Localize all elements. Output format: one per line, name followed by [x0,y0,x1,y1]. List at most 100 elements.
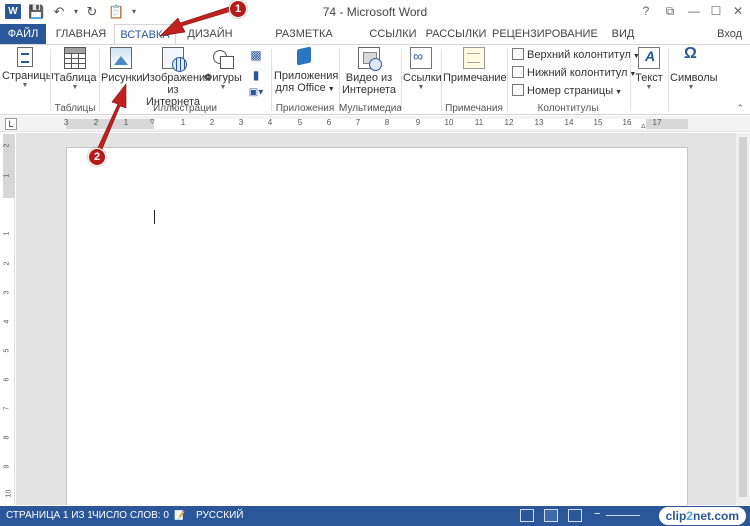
zoom-slider[interactable] [606,515,640,516]
pictures-button[interactable]: Рисунки [101,47,143,84]
text-button[interactable]: Текст ▼ [632,47,666,92]
tab-home[interactable]: ГЛАВНАЯ [52,24,110,44]
close-icon[interactable]: ✕ [728,3,748,20]
page-count[interactable]: СТРАНИЦА 1 ИЗ 1 [6,510,93,521]
ruler-tick: 1 [3,173,11,178]
group-label-comments: Примечания [445,103,503,114]
ruler-tick: 5 [3,348,11,353]
online-video-button[interactable]: Видео из Интернета [341,47,397,96]
text-box-icon [638,47,660,69]
tab-file[interactable]: ФАЙЛ [0,24,46,44]
word-count[interactable]: ЧИСЛО СЛОВ: 0 [92,510,169,521]
chart-icon[interactable]: ▮ [244,69,268,81]
page-number-button[interactable]: Номер страницы ▼ [512,83,622,100]
header-button[interactable]: Верхний колонтитул ▼ [512,47,640,64]
watermark-text-a: clip [665,509,687,523]
table-button[interactable]: Таблица ▼ [52,47,98,92]
vertical-scrollbar[interactable] [736,133,750,505]
ruler-tick: 6 [326,118,332,127]
tab-selector[interactable]: L [5,118,17,130]
ruler-tick: 6 [3,377,11,382]
ruler-tick: 1 [3,231,11,236]
ribbon-tabs: ФАЙЛ ГЛАВНАЯ ВСТАВКА ДИЗАЙН РАЗМЕТКА СТР… [0,24,750,60]
tab-references[interactable]: ССЫЛКИ [368,24,418,44]
tab-view[interactable]: ВИД [606,24,640,44]
chevron-down-icon: ▼ [417,84,425,91]
ruler-tick: 4 [3,319,11,324]
group-label-media: Мультимедиа [339,103,402,114]
group-label-header-footer: Колонтитулы [537,103,599,114]
chevron-down-icon: ▼ [71,84,79,91]
read-mode-icon[interactable] [520,509,534,522]
tab-design[interactable]: ДИЗАЙН [180,24,240,44]
picture-icon [110,47,132,69]
group-divider [401,49,402,111]
ruler-tick: 10 [5,489,13,498]
footer-icon [512,66,524,78]
pictures-label: Рисунки [101,72,143,84]
ruler-tick: 7 [3,406,11,411]
comment-button[interactable]: Примечание [443,47,507,84]
shapes-icon [212,47,234,69]
screenshot-icon[interactable]: ▣▾ [244,87,268,99]
tab-mailings[interactable]: РАССЫЛКИ [424,24,488,44]
group-divider [630,49,631,111]
ruler-tick: 7 [355,118,361,127]
ruler-tick: 3 [63,118,69,127]
ruler-tick: 2 [93,118,99,127]
sign-in-link[interactable]: Вход [717,24,742,44]
link-icon [410,47,432,69]
group-divider [668,49,669,111]
document-page[interactable] [66,147,688,505]
vertical-ruler: 2 1 1 2 3 4 5 6 7 8 9 10 [3,134,15,504]
links-button[interactable]: Ссылки ▼ [403,47,442,92]
ruler-tick: 1 [123,118,129,127]
collapse-ribbon-icon[interactable]: ⌃ [736,103,744,114]
group-divider [271,49,272,111]
horizontal-ruler: L 3 2 1 1 2 3 4 5 6 7 8 9 10 11 12 13 14… [0,116,750,132]
annotation-badge-1: 1 [229,0,247,18]
video-label-1: Видео из [345,72,393,84]
footer-button[interactable]: Нижний колонтитул ▼ [512,65,636,82]
scrollbar-thumb[interactable] [739,137,747,497]
group-label-apps: Приложения [275,103,335,114]
chevron-down-icon: ▼ [613,89,622,96]
header-icon [512,48,524,60]
tab-insert[interactable]: ВСТАВКА [114,24,176,45]
pages-button[interactable]: Страницы ▼ [2,47,54,90]
language-indicator[interactable]: РУССКИЙ [196,510,243,521]
document-canvas [16,133,736,505]
chevron-down-icon: ▼ [21,82,29,89]
links-label: Ссылки [403,72,442,84]
minimize-icon[interactable]: — [684,3,704,20]
ruler-tick: 4 [267,118,273,127]
indent-marker-icon[interactable]: ▿ [150,116,155,127]
smartart-icon[interactable]: ▩ [244,49,268,61]
apps-label-2: для Office [275,82,326,94]
web-layout-icon[interactable] [568,509,582,522]
group-label-tables: Таблицы [54,103,96,114]
ruler-tick: 10 [444,118,454,127]
tab-review[interactable]: РЕЦЕНЗИРОВАНИЕ [492,24,598,44]
comment-label: Примечание [443,72,507,84]
ruler-tick: 2 [3,261,11,266]
apps-for-office-button[interactable]: Приложения для Office ▼ [274,47,338,96]
shapes-label: Фигуры [204,72,242,84]
chevron-down-icon: ▼ [687,84,695,91]
ribbon-display-icon[interactable]: ⧉ [660,3,680,20]
chevron-down-icon: ▼ [219,84,227,91]
print-layout-icon[interactable] [544,509,558,522]
right-indent-icon[interactable]: ▵ [641,120,646,131]
pages-label: Страницы [2,70,54,82]
chevron-down-icon: ▼ [645,84,653,91]
proofing-icon[interactable]: 📝 [174,510,185,521]
shapes-button[interactable]: Фигуры ▼ [204,47,242,92]
symbols-button[interactable]: Символы ▼ [670,47,718,92]
tab-layout[interactable]: РАЗМЕТКА СТРАНИЦЫ [244,24,364,60]
maximize-icon[interactable]: ☐ [706,3,726,20]
ruler-tick: 5 [297,118,303,127]
online-pictures-button[interactable]: Изображения из Интернета [142,47,211,108]
ruler-tick: 15 [593,118,603,127]
help-icon[interactable]: ? [636,3,656,20]
zoom-out-icon[interactable]: − [594,508,600,520]
